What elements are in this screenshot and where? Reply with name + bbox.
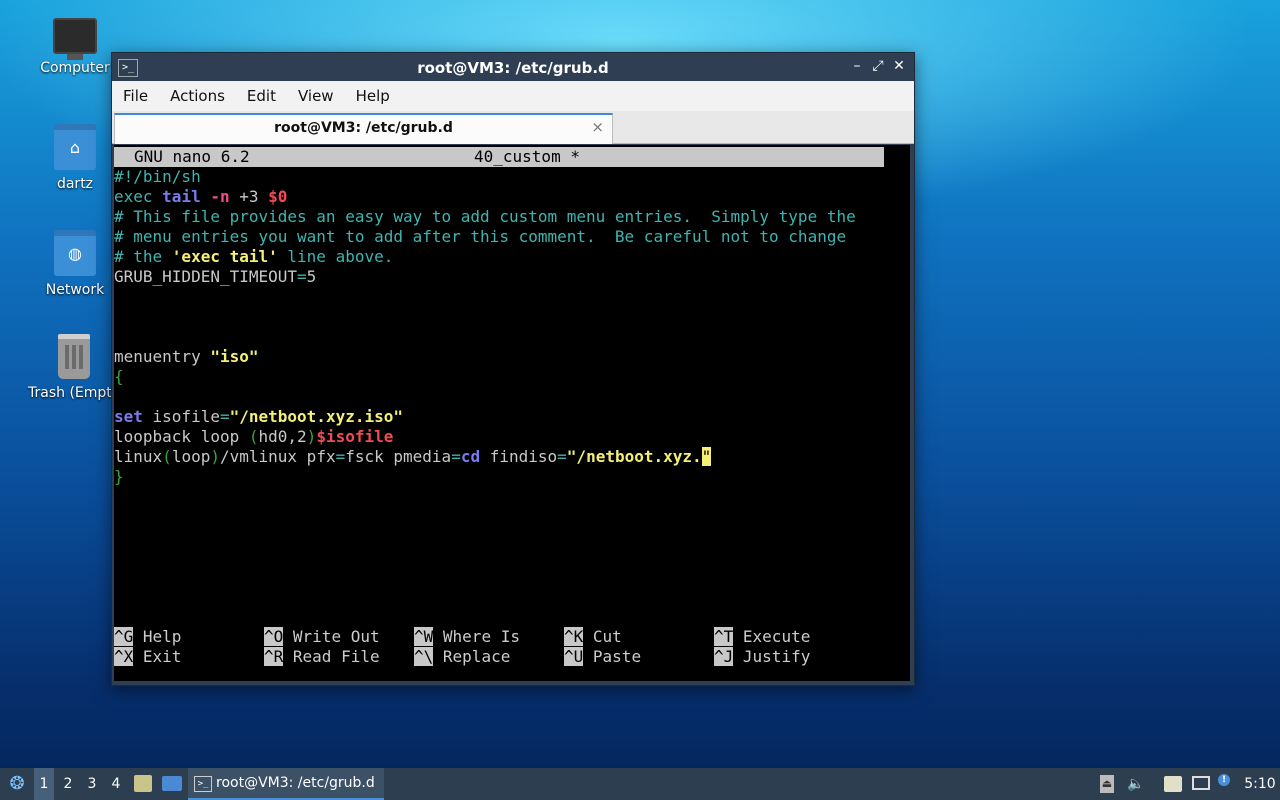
taskbar-task-label: root@VM3: /etc/grub.d	[216, 775, 375, 791]
terminal-window: >_ root@VM3: /etc/grub.d – ⤢ ✕ File Acti…	[111, 52, 915, 686]
minimize-icon[interactable]: –	[848, 58, 866, 74]
nano-title-bar: GNU nano 6.2 40_custom *	[114, 147, 884, 167]
nano-version: GNU nano 6.2	[134, 147, 250, 166]
menu-actions[interactable]: Actions	[163, 87, 232, 105]
shortcut-execute[interactable]: ^T Execute	[714, 627, 810, 647]
desktop-icon-computer[interactable]: Computer	[25, 18, 125, 76]
shortcut-paste[interactable]: ^U Paste	[564, 647, 641, 667]
code-line: set isofile="/netboot.xyz.iso"	[114, 407, 403, 426]
shortcut-justify[interactable]: ^J Justify	[714, 647, 810, 667]
workspace-4[interactable]: 4	[106, 768, 126, 800]
shortcut-replace[interactable]: ^\ Replace	[414, 647, 510, 667]
menu-help[interactable]: Help	[349, 87, 397, 105]
code-line: {	[114, 367, 124, 386]
menu-edit[interactable]: Edit	[240, 87, 283, 105]
shortcut-where-is[interactable]: ^W Where Is	[414, 627, 520, 647]
code-line: }	[114, 467, 124, 486]
desktop-icon-label: dartz	[56, 176, 94, 192]
workspace-1[interactable]: 1	[34, 768, 54, 800]
notification-icon[interactable]: !	[1218, 774, 1230, 786]
nano-filename: 40_custom *	[474, 147, 580, 166]
menu-file[interactable]: File	[116, 87, 155, 105]
tab-bar: root@VM3: /etc/grub.d ×	[112, 111, 914, 144]
code-line: #!/bin/sh	[114, 167, 201, 186]
menu-view[interactable]: View	[291, 87, 341, 105]
desktop-icon-label: Computer	[40, 60, 110, 76]
eject-icon[interactable]: ⏏	[1100, 775, 1114, 793]
code-line: menuentry "iso"	[114, 347, 259, 366]
home-folder-icon: ⌂	[54, 124, 96, 170]
shortcut-cut[interactable]: ^K Cut	[564, 627, 622, 647]
taskbar-task-terminal[interactable]: >_ root@VM3: /etc/grub.d	[188, 768, 384, 800]
tab-close-icon[interactable]: ×	[591, 118, 604, 136]
shortcut-write-out[interactable]: ^O Write Out	[264, 627, 380, 647]
desktop-icon-label: Network	[45, 282, 105, 298]
window-titlebar[interactable]: >_ root@VM3: /etc/grub.d – ⤢ ✕	[112, 53, 914, 81]
code-line: exec tail -n +3 $0	[114, 187, 288, 206]
text-cursor: "	[701, 447, 712, 466]
desktop-icon-network[interactable]: ◍ Network	[25, 230, 125, 298]
volume-icon[interactable]: 🔈	[1126, 768, 1146, 800]
clipboard-icon[interactable]	[1164, 776, 1182, 792]
code-line: GRUB_HIDDEN_TIMEOUT=5	[114, 267, 317, 286]
code-line: linux(loop)/vmlinux pfx=fsck pmedia=cd f…	[114, 447, 712, 466]
shortcut-read-file[interactable]: ^R Read File	[264, 647, 380, 667]
desktop-icon-home-folder[interactable]: ⌂ dartz	[25, 124, 125, 192]
file-manager-icon[interactable]	[134, 775, 152, 792]
workspace-3[interactable]: 3	[82, 768, 102, 800]
shortcut-exit[interactable]: ^X Exit	[114, 647, 181, 667]
menubar: File Actions Edit View Help	[112, 81, 914, 111]
tab-terminal[interactable]: root@VM3: /etc/grub.d ×	[114, 113, 613, 144]
close-icon[interactable]: ✕	[890, 58, 908, 74]
network-folder-icon: ◍	[54, 230, 96, 276]
show-desktop-icon[interactable]	[162, 776, 182, 791]
trash-icon	[58, 334, 90, 379]
workspace-2[interactable]: 2	[58, 768, 78, 800]
network-monitor-icon[interactable]	[1192, 776, 1210, 790]
code-line: loopback loop (hd0,2)$isofile	[114, 427, 394, 446]
start-menu-icon[interactable]: ❂	[4, 768, 30, 800]
code-line: # menu entries you want to add after thi…	[114, 227, 847, 246]
clock[interactable]: 5:10	[1244, 768, 1276, 800]
tab-label: root@VM3: /etc/grub.d	[274, 120, 453, 136]
shortcut-help[interactable]: ^G Help	[114, 627, 181, 647]
code-line: # This file provides an easy way to add …	[114, 207, 856, 226]
maximize-icon[interactable]: ⤢	[869, 58, 887, 74]
code-line: # the 'exec tail' line above.	[114, 247, 394, 266]
terminal-icon: >_	[194, 776, 212, 792]
computer-icon	[53, 18, 97, 60]
taskbar: ❂ 1 2 3 4 >_ root@VM3: /etc/grub.d ⏏ 🔈 !…	[0, 768, 1280, 800]
window-title: root@VM3: /etc/grub.d	[417, 59, 609, 77]
terminal-area[interactable]: GNU nano 6.2 40_custom * #!/bin/sh exec t…	[114, 145, 910, 681]
